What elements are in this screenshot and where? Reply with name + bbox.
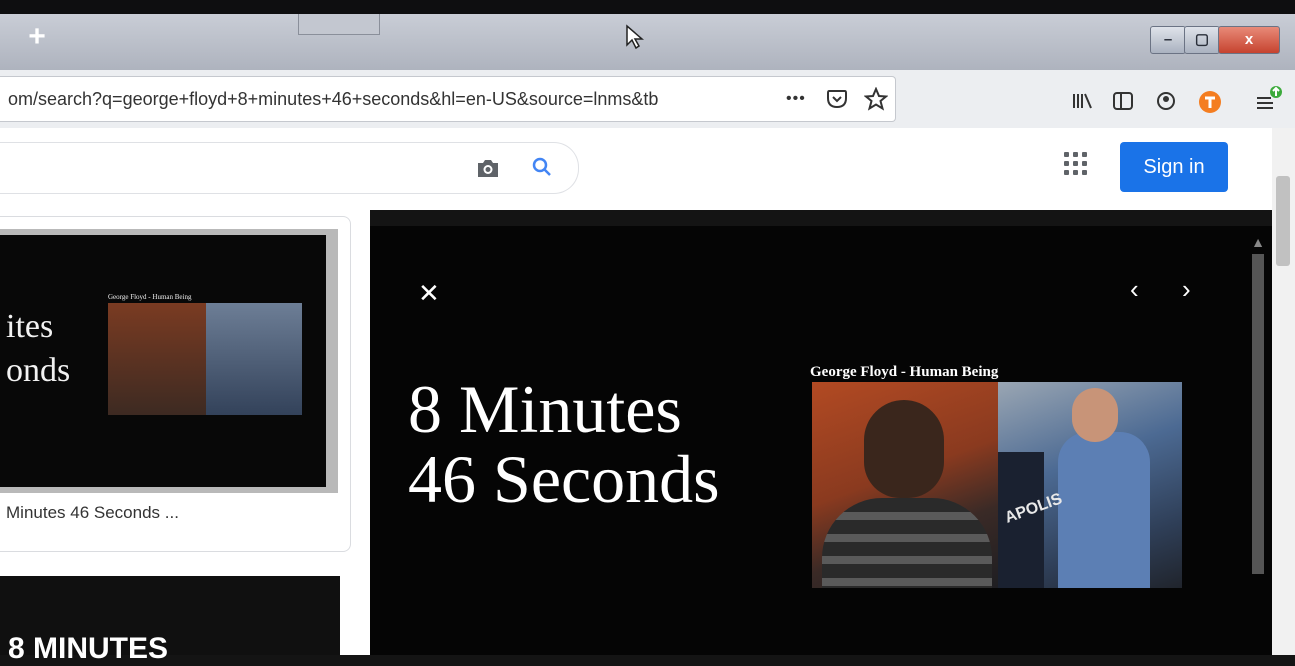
address-bar[interactable]: om/search?q=george+floyd+8+minutes+46+se…	[0, 76, 896, 122]
sidebar-icon[interactable]	[1112, 91, 1134, 111]
officer-head	[1072, 388, 1118, 442]
window-minimize-button[interactable]: –	[1150, 26, 1186, 54]
preview-title-line1: 8 Minutes	[408, 371, 682, 447]
mouse-cursor-icon	[626, 24, 645, 50]
screen-bezel	[0, 0, 1295, 14]
page-scrollbar-thumb[interactable]	[1276, 176, 1290, 266]
image-result-card[interactable]: ites onds George Floyd - Human Being Min…	[0, 216, 351, 552]
thumbnail-caption: George Floyd - Human Being	[108, 293, 192, 301]
portrait-face	[864, 400, 944, 498]
next-image-icon[interactable]: ›	[1182, 274, 1191, 305]
page-actions-button[interactable]: •••	[786, 90, 806, 108]
close-icon[interactable]: ✕	[418, 278, 440, 309]
thumbnail-title-text: ites onds	[6, 308, 71, 389]
officer-figure	[1058, 432, 1150, 588]
image-result-card-next[interactable]: 8 MINUTES	[0, 576, 340, 665]
navigation-toolbar: om/search?q=george+floyd+8+minutes+46+se…	[0, 70, 1295, 128]
search-box[interactable]	[0, 142, 579, 194]
thumbnail-portrait-photo	[108, 303, 206, 415]
result-thumbnail[interactable]: ites onds George Floyd - Human Being	[0, 229, 338, 493]
extension-icon[interactable]	[1198, 90, 1222, 114]
google-header: Sign in	[0, 128, 1295, 210]
sign-in-button[interactable]: Sign in	[1120, 142, 1228, 192]
result-thumbnail-image: ites onds George Floyd - Human Being	[0, 235, 326, 487]
portrait-photo	[812, 382, 1000, 588]
account-icon[interactable]	[1156, 91, 1176, 111]
thumbnail-officer-photo	[206, 303, 302, 415]
new-tab-button[interactable]: +	[22, 22, 52, 52]
preview-image-caption: George Floyd - Human Being	[810, 364, 999, 380]
google-apps-icon[interactable]	[1064, 152, 1088, 176]
bookmark-star-icon[interactable]	[864, 87, 888, 111]
window-close-button[interactable]: x	[1218, 26, 1280, 54]
preview-scrollbar[interactable]: ▲	[1250, 234, 1266, 655]
search-icon[interactable]	[530, 155, 554, 179]
preview-title-line2: 46 Seconds	[408, 441, 720, 517]
image-preview-panel: ✕ ‹ › ▲ 8 Minutes 46 Seconds George Floy…	[370, 226, 1272, 655]
scroll-up-icon[interactable]: ▲	[1250, 234, 1266, 250]
page-scrollbar[interactable]	[1272, 128, 1295, 655]
officer-photo: APOLIS	[998, 382, 1182, 588]
previous-image-icon[interactable]: ‹	[1130, 274, 1139, 305]
address-bar-url[interactable]: om/search?q=george+floyd+8+minutes+46+se…	[8, 89, 748, 110]
pocket-icon[interactable]	[826, 89, 848, 109]
window-maximize-button[interactable]: ▢	[1184, 26, 1220, 54]
image-results-column: ites onds George Floyd - Human Being Min…	[0, 210, 370, 665]
portrait-shirt	[822, 498, 992, 588]
menu-icon[interactable]	[1254, 84, 1284, 114]
tab-bar	[0, 14, 1295, 70]
result-title[interactable]: Minutes 46 Seconds ...	[6, 503, 179, 523]
library-icon[interactable]	[1072, 92, 1094, 110]
preview-scrollbar-thumb[interactable]	[1252, 254, 1264, 574]
preview-title: 8 Minutes 46 Seconds	[408, 374, 720, 514]
tab-strip-notch	[298, 14, 380, 35]
next-result-text: 8 MINUTES	[8, 632, 169, 665]
camera-icon[interactable]	[476, 157, 500, 179]
